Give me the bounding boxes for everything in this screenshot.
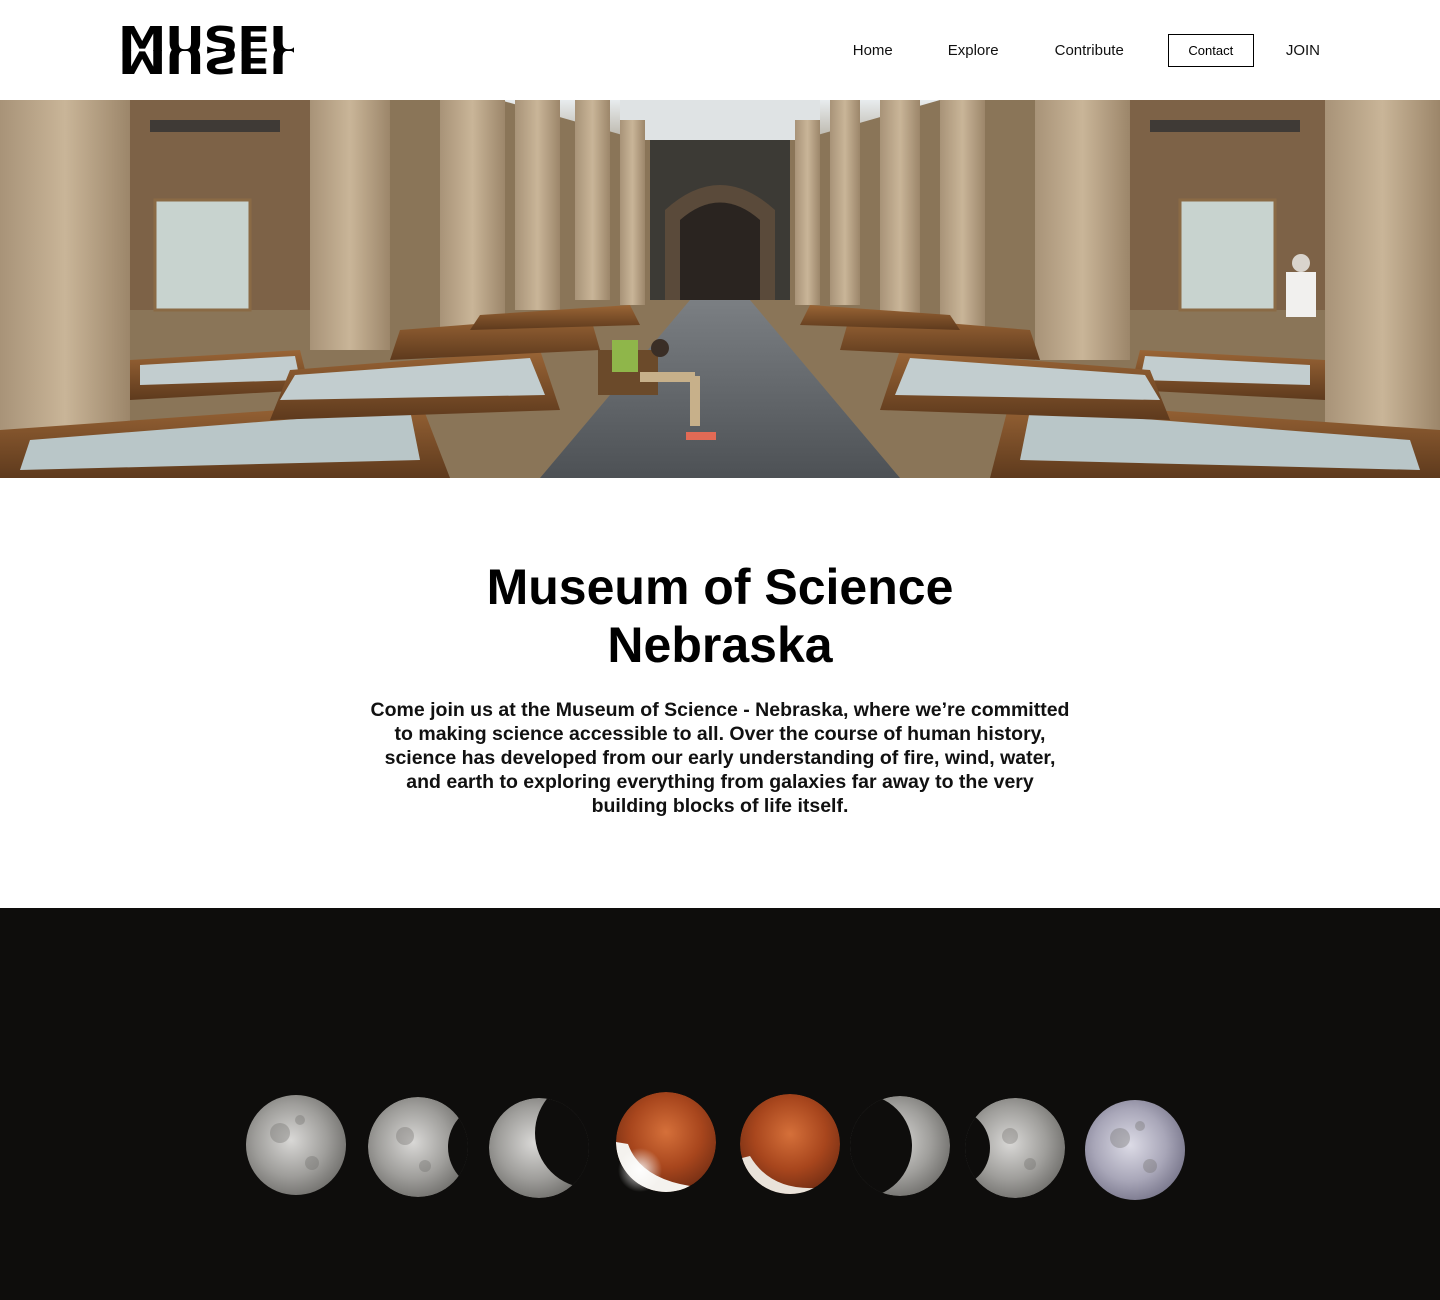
intro-description: Come join us at the Museum of Science - …: [370, 699, 1070, 817]
contact-button[interactable]: Contact: [1167, 33, 1254, 67]
hero-image-museum-hall: [0, 100, 1440, 478]
nav-explore-link[interactable]: Explore: [948, 42, 999, 59]
site-header: MUSEUM MUSEUM Home Explore Contribute Co…: [0, 0, 1440, 100]
moon-phase-5: [740, 1094, 840, 1194]
logo-text-mirrored: MUSEUM: [118, 50, 294, 79]
eclipse-image-section: [0, 908, 1440, 1300]
page-title: Museum of Science Nebraska: [420, 558, 1020, 674]
logo-reflection: MUSEUM: [118, 50, 294, 79]
page-title-line2: Nebraska: [607, 617, 833, 673]
nav-contribute-link[interactable]: Contribute: [1055, 42, 1124, 59]
logo-top: MUSEUM: [118, 22, 294, 51]
museum-logo[interactable]: MUSEUM MUSEUM: [118, 22, 294, 80]
nav-home-link[interactable]: Home: [853, 42, 893, 59]
page-title-line1: Museum of Science: [486, 559, 954, 615]
lunar-eclipse-phases-illustration: [246, 1092, 1185, 1200]
join-link[interactable]: JOIN: [1286, 42, 1320, 59]
intro-section: Museum of Science Nebraska Come join us …: [0, 478, 1440, 908]
logo-text: MUSEUM: [118, 22, 294, 51]
moon-phase-1: [246, 1095, 346, 1195]
moon-phase-8: [1085, 1100, 1185, 1200]
museum-hall-illustration: [0, 100, 1440, 478]
main-nav: Home Explore Contribute Contact JOIN: [853, 33, 1320, 67]
